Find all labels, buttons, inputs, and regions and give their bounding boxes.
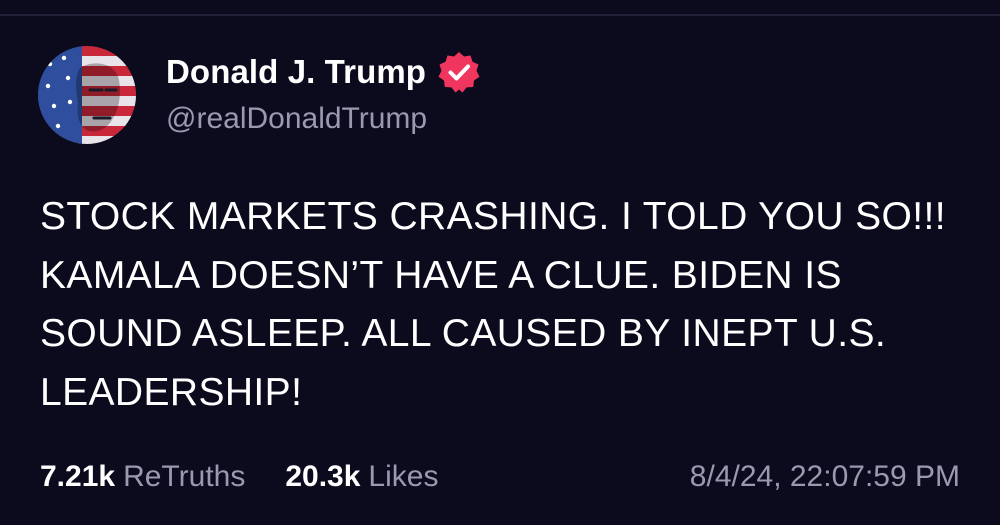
author-handle[interactable]: @realDonaldTrump: [166, 102, 427, 136]
retruths-label: ReTruths: [123, 460, 246, 493]
verified-badge-icon: [436, 49, 482, 95]
avatar-flag-portrait: [38, 46, 136, 144]
author-name-row: Donald J. Trump: [166, 50, 482, 94]
retruths-stat[interactable]: 7.21k ReTruths: [40, 460, 245, 494]
post-stats: 7.21k ReTruths 20.3k Likes: [40, 460, 438, 494]
likes-stat[interactable]: 20.3k Likes: [285, 460, 438, 494]
likes-label: Likes: [368, 460, 439, 493]
post-body-text: STOCK MARKETS CRASHING. I TOLD YOU SO!!!…: [40, 195, 946, 414]
post-card: Donald J. Trump @realDonaldTrump STOCK M…: [0, 0, 1000, 525]
retruths-count: 7.21k: [40, 460, 116, 493]
author-name[interactable]: Donald J. Trump: [166, 53, 426, 91]
avatar[interactable]: [38, 46, 136, 144]
likes-count: 20.3k: [285, 460, 361, 493]
post-timestamp: 8/4/24, 22:07:59 PM: [689, 460, 960, 493]
